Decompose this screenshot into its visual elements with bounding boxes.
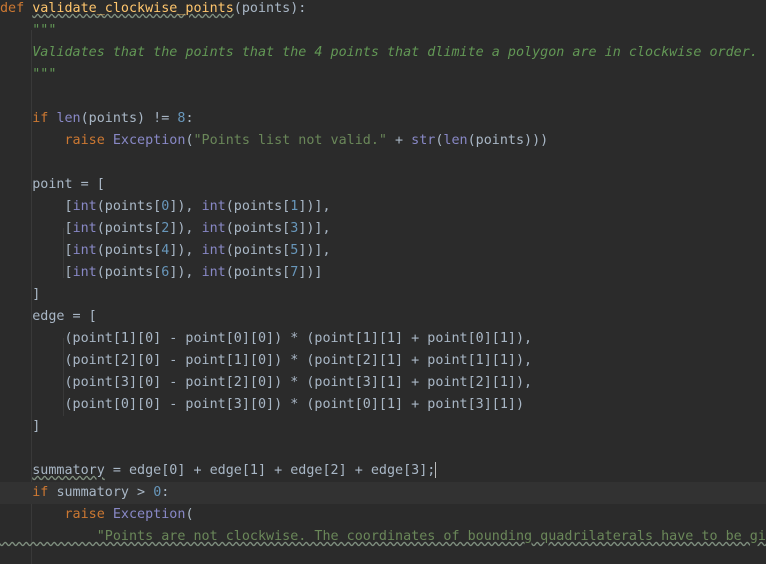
code-token: (points[ — [225, 265, 291, 280]
if-keyword: if — [0, 485, 57, 500]
docstring-text: Validates that the points that the 4 poi… — [0, 45, 758, 60]
code-token: (points[ — [225, 199, 291, 214]
code-line-point-row[interactable]: [int(points[0]), int(points[1])], — [0, 196, 766, 218]
code-line-edge-row[interactable]: (point[2][0] - point[1][0]) * (point[2][… — [0, 350, 766, 372]
raise-keyword: raise — [0, 507, 113, 522]
plus-operator: + — [386, 133, 412, 148]
raise-keyword: raise — [0, 133, 113, 148]
code-token: (points[ — [225, 243, 291, 258]
code-token: ]), — [169, 199, 202, 214]
code-line-edge-row[interactable]: (point[1][0] - point[0][0]) * (point[1][… — [0, 328, 766, 350]
code-line-point-close[interactable]: ] — [0, 284, 766, 306]
code-token: ])], — [298, 221, 331, 236]
exception-builtin: Exception — [112, 507, 186, 522]
code-token: ])], — [298, 243, 331, 258]
code-line-raise-list[interactable]: raise Exception("Points list not valid."… — [0, 130, 766, 152]
code-line-raise-clockwise[interactable]: raise Exception( — [0, 504, 766, 526]
code-line-if-summatory[interactable]: if summatory > 0: — [0, 482, 766, 504]
code-token: (points[ — [225, 221, 291, 236]
code-line-edge-row[interactable]: (point[0][0] - point[3][0]) * (point[0][… — [0, 394, 766, 416]
code-editor[interactable]: def validate_clockwise_points(points): "… — [0, 0, 766, 564]
code-line-edge-close[interactable]: ] — [0, 416, 766, 438]
if-condition: (points) != — [80, 111, 178, 126]
code-token: ]), — [169, 265, 202, 280]
call-args: (points))) — [467, 133, 549, 148]
def-keyword: def — [0, 1, 25, 16]
code-token: (points[ — [96, 265, 162, 280]
code-line-summatory[interactable]: summatory = edge[0] + edge[1] + edge[2] … — [0, 460, 766, 482]
code-line-error-message[interactable]: "Points are not clockwise. The coordinat… — [0, 526, 766, 548]
code-token: (points[ — [96, 199, 162, 214]
string-literal: "Points are not clockwise. The coordinat… — [0, 529, 766, 544]
int-builtin: int — [201, 243, 226, 258]
len-builtin: len — [443, 133, 468, 148]
len-builtin: len — [56, 111, 81, 126]
text-caret — [435, 462, 437, 478]
code-token: [ — [0, 221, 73, 236]
paren: ( — [185, 507, 194, 522]
paren: ( — [185, 133, 194, 148]
code-token: ])], — [298, 199, 331, 214]
int-builtin: int — [72, 265, 97, 280]
int-builtin: int — [201, 265, 226, 280]
code-token: [ — [0, 199, 73, 214]
function-name[interactable]: validate_clockwise_points — [32, 1, 234, 16]
code-line-point-row[interactable]: [int(points[6]), int(points[7])] — [0, 262, 766, 284]
int-builtin: int — [72, 243, 97, 258]
code-line-point-row[interactable]: [int(points[4]), int(points[5])], — [0, 240, 766, 262]
code-line-point-open[interactable]: point = [ — [0, 174, 766, 196]
summatory-expression: = edge[0] + edge[1] + edge[2] + edge[3]; — [104, 463, 436, 478]
code-token: (points[ — [96, 243, 162, 258]
int-builtin: int — [201, 199, 226, 214]
code-line-def[interactable]: def validate_clockwise_points(points): — [0, 0, 766, 20]
int-builtin: int — [72, 221, 97, 236]
code-line-if-len[interactable]: if len(points) != 8: — [0, 108, 766, 130]
colon: : — [185, 111, 194, 126]
docstring-open: """ — [0, 23, 57, 38]
code-line-edge-row[interactable]: (point[3][0] - point[2][0]) * (point[3][… — [0, 372, 766, 394]
exception-builtin: Exception — [112, 133, 186, 148]
string-literal: "Points list not valid." — [193, 133, 387, 148]
str-builtin: str — [411, 133, 436, 148]
function-params: (points): — [233, 1, 307, 16]
code-token: (points[ — [96, 221, 162, 236]
if-condition: summatory > — [56, 485, 154, 500]
code-token: ]), — [169, 221, 202, 236]
colon: : — [161, 485, 170, 500]
int-builtin: int — [72, 199, 97, 214]
docstring-close: """ — [0, 67, 57, 82]
code-line-point-row[interactable]: [int(points[2]), int(points[3])], — [0, 218, 766, 240]
int-builtin: int — [201, 221, 226, 236]
code-token: ])] — [298, 265, 323, 280]
code-token: [ — [0, 265, 73, 280]
if-keyword: if — [0, 111, 57, 126]
code-token: ]), — [169, 243, 202, 258]
code-line-edge-open[interactable]: edge = [ — [0, 306, 766, 328]
code-token: [ — [0, 243, 73, 258]
summatory-variable[interactable]: summatory — [32, 463, 105, 478]
